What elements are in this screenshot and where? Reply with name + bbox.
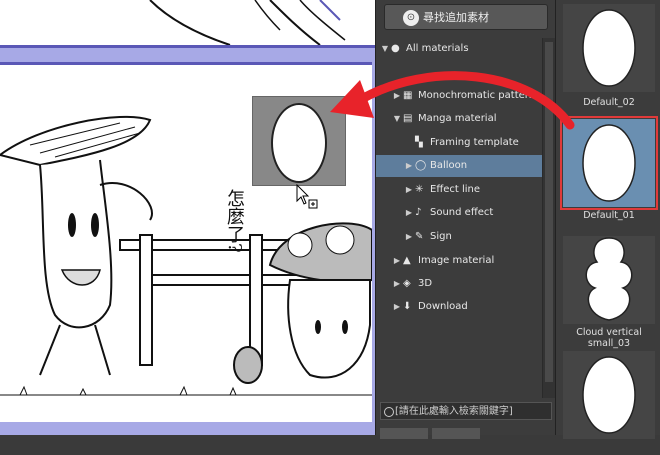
tree-item-effect-line[interactable]: ▶ ✳ Effect line xyxy=(376,179,542,201)
material-bottom-tabs xyxy=(380,424,552,439)
expand-arrow-icon[interactable]: ▶ xyxy=(392,296,402,318)
expand-arrow-icon[interactable]: ▶ xyxy=(404,226,414,248)
material-thumbnail-label: Default_01 xyxy=(583,210,635,221)
find-more-materials-label: 尋找追加素材 xyxy=(423,11,489,24)
canvas-bottom-strip xyxy=(0,422,375,435)
tree-item-label: Download xyxy=(418,301,468,312)
expand-arrow-icon[interactable]: ▶ xyxy=(392,250,402,272)
effect-line-icon: ✳ xyxy=(415,184,424,195)
tree-item-label: Sign xyxy=(430,231,452,242)
globe-icon: ● xyxy=(391,43,400,54)
tree-item-image-material[interactable]: ▶ ▲ Image material xyxy=(376,250,542,272)
balloon-preview-image xyxy=(563,351,655,439)
tree-item-label: Sound effect xyxy=(430,207,494,218)
manga-canvas[interactable]: 怎麼了? xyxy=(0,0,375,435)
material-tab-2[interactable] xyxy=(432,428,480,439)
expand-arrow-icon[interactable]: ▶ xyxy=(404,155,414,177)
tree-item-label: Image material xyxy=(418,255,495,266)
expand-arrow-icon[interactable]: ▶ xyxy=(404,179,414,201)
image-icon: ▲ xyxy=(403,255,411,266)
material-thumbnail[interactable] xyxy=(559,345,659,455)
search-icon xyxy=(384,407,394,417)
tree-item-sound-effect[interactable]: ▶ ♪ Sound effect xyxy=(376,202,542,224)
tree-item-all-materials[interactable]: ▼ ● All materials xyxy=(376,38,542,60)
cube-icon: ◈ xyxy=(403,278,411,289)
tree-item-download[interactable]: ▶ ⬇ Download xyxy=(376,296,542,318)
tree-item-label: Effect line xyxy=(430,184,481,195)
keyword-search-placeholder: [請在此處輸入檢索關鍵字] xyxy=(395,406,513,417)
material-tab-1[interactable] xyxy=(380,428,428,439)
find-more-materials-button[interactable]: ⊙ 尋找追加素材 xyxy=(384,4,548,30)
material-thumbnail[interactable]: Cloud vertical small_03 xyxy=(559,230,659,349)
top-panel-art xyxy=(149,0,346,46)
tree-item-sign[interactable]: ▶ ✎ Sign xyxy=(376,226,542,248)
balloon-shape xyxy=(271,103,327,183)
tree-item-label: 3D xyxy=(418,278,433,289)
search-materials-icon: ⊙ xyxy=(403,10,419,26)
collapse-arrow-icon[interactable]: ▼ xyxy=(380,38,390,60)
tree-item-3d[interactable]: ▶ ◈ 3D xyxy=(376,273,542,295)
sound-effect-icon: ♪ xyxy=(415,207,422,218)
download-icon: ⬇ xyxy=(403,301,412,312)
keyword-search-input[interactable]: [請在此處輸入檢索關鍵字] xyxy=(380,402,552,420)
speech-text: 怎麼了? xyxy=(224,189,245,253)
drag-copy-cursor-icon xyxy=(296,184,318,209)
expand-arrow-icon[interactable]: ▶ xyxy=(392,273,402,295)
tree-item-label: All materials xyxy=(406,43,469,54)
tree-item-label: Balloon xyxy=(430,160,468,171)
balloon-preview-image xyxy=(563,236,655,324)
balloon-icon: ◯ xyxy=(415,160,427,171)
tree-item-balloon[interactable]: ▶ ◯ Balloon xyxy=(376,155,542,177)
red-drag-arrow xyxy=(330,71,575,130)
sign-icon: ✎ xyxy=(415,231,424,242)
expand-arrow-icon[interactable]: ▶ xyxy=(404,202,414,224)
top-panel xyxy=(0,0,375,48)
